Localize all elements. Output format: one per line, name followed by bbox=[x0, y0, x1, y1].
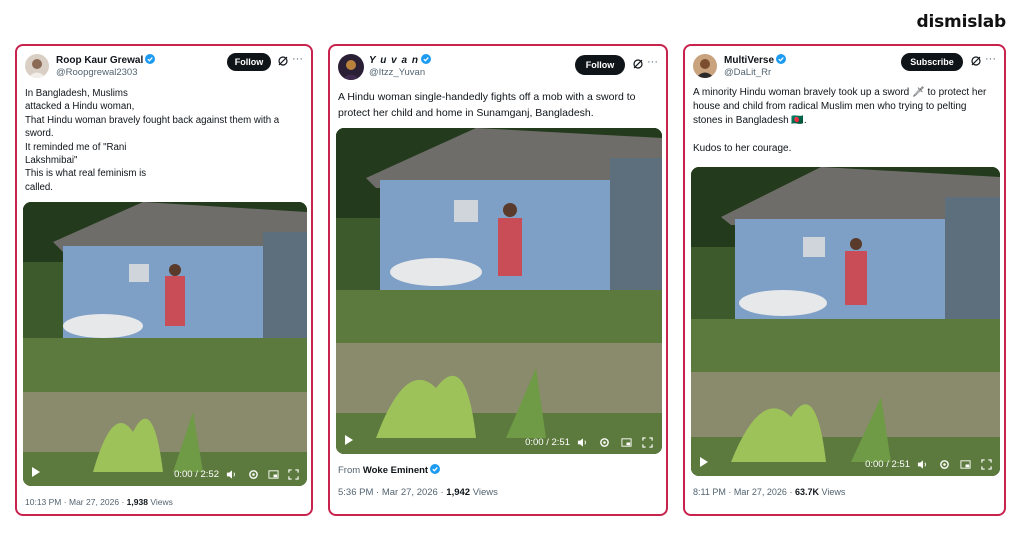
from-label: From bbox=[338, 465, 361, 476]
video-player[interactable]: 0:00 / 2:51 bbox=[691, 167, 1000, 476]
video-time: 0:00 / 2:51 bbox=[865, 459, 910, 470]
display-name-text[interactable]: MultiVerse bbox=[724, 55, 774, 66]
fullscreen-icon[interactable] bbox=[981, 459, 992, 470]
grok-icon[interactable] bbox=[277, 55, 289, 67]
video-controls: 0:00 / 2:51 bbox=[336, 430, 662, 454]
fullscreen-icon[interactable] bbox=[288, 469, 299, 480]
display-name[interactable]: MultiVerse bbox=[724, 54, 787, 66]
video-player[interactable]: 0:00 / 2:51 bbox=[336, 128, 662, 454]
user-handle[interactable]: @Roopgrewal2303 bbox=[56, 67, 137, 78]
volume-icon[interactable] bbox=[577, 437, 588, 448]
play-icon[interactable] bbox=[700, 457, 708, 467]
video-player[interactable]: 0:00 / 2:52 bbox=[23, 202, 307, 486]
tweet-time[interactable]: 10:13 PM bbox=[25, 497, 61, 507]
video-frame bbox=[336, 128, 662, 454]
tweet-meta: 8:11 PM · Mar 27, 2026 · 63.7K Views bbox=[693, 487, 845, 497]
view-count: 1,942 bbox=[446, 487, 471, 498]
tweet-text-body: In Bangladesh, Muslims attacked a Hindu … bbox=[25, 88, 280, 193]
view-count: 63.7K bbox=[794, 487, 819, 497]
verified-badge-icon bbox=[430, 464, 441, 474]
more-icon[interactable]: ··· bbox=[647, 56, 658, 68]
picture-in-picture-icon[interactable] bbox=[268, 469, 279, 480]
tweet-text-body: A Hindu woman single-handedly fights off… bbox=[338, 91, 636, 119]
video-frame bbox=[23, 202, 307, 486]
user-handle[interactable]: @DaLit_Rr bbox=[724, 67, 771, 78]
follow-button[interactable]: Follow bbox=[227, 53, 271, 71]
views-label: Views bbox=[472, 487, 498, 498]
tweet-text: A minority Hindu woman bravely took up a… bbox=[693, 86, 998, 156]
video-controls: 0:00 / 2:51 bbox=[691, 452, 1000, 476]
separator: · bbox=[789, 487, 793, 497]
tweet-text: In Bangladesh, Muslims attacked a Hindu … bbox=[25, 87, 301, 194]
tweet-date[interactable]: Mar 27, 2026 bbox=[69, 497, 119, 507]
picture-in-picture-icon[interactable] bbox=[960, 459, 971, 470]
tweet-header: Y u v a n @Itzz_Yuvan Follow ··· bbox=[338, 52, 658, 82]
dismislab-logo: dismislab bbox=[916, 12, 1007, 32]
volume-icon[interactable] bbox=[917, 459, 928, 470]
separator: · bbox=[376, 487, 380, 498]
settings-icon[interactable] bbox=[599, 437, 610, 448]
follow-button[interactable]: Follow bbox=[575, 55, 625, 75]
display-name[interactable]: Roop Kaur Grewal bbox=[56, 54, 156, 66]
volume-icon[interactable] bbox=[226, 469, 237, 480]
fullscreen-icon[interactable] bbox=[642, 437, 653, 448]
views-label: Views bbox=[821, 487, 846, 497]
tweet-time[interactable]: 8:11 PM bbox=[693, 487, 726, 497]
tweet-card-1: Roop Kaur Grewal @Roopgrewal2303 Follow … bbox=[15, 44, 313, 516]
play-icon[interactable] bbox=[345, 435, 353, 445]
display-name-text[interactable]: Roop Kaur Grewal bbox=[56, 55, 143, 66]
separator: · bbox=[121, 497, 125, 507]
video-time: 0:00 / 2:52 bbox=[174, 469, 219, 480]
tweet-header: Roop Kaur Grewal @Roopgrewal2303 Follow … bbox=[25, 52, 303, 82]
play-icon[interactable] bbox=[32, 467, 40, 477]
tweet-card-3: MultiVerse @DaLit_Rr Subscribe ··· A min… bbox=[683, 44, 1006, 516]
tweet-header: MultiVerse @DaLit_Rr Subscribe ··· bbox=[693, 52, 996, 82]
video-source: From Woke Eminent bbox=[338, 464, 441, 476]
verified-badge-icon bbox=[420, 54, 431, 64]
display-name-text[interactable]: Y u v a n bbox=[369, 55, 419, 66]
settings-icon[interactable] bbox=[248, 469, 259, 480]
source-account[interactable]: Woke Eminent bbox=[363, 465, 428, 476]
grok-icon[interactable] bbox=[970, 55, 982, 67]
tweet-time[interactable]: 5:36 PM bbox=[338, 487, 373, 498]
tweet-text: A Hindu woman single-handedly fights off… bbox=[338, 90, 664, 121]
views-label: Views bbox=[150, 497, 173, 507]
verified-badge-icon bbox=[776, 54, 787, 64]
tweet-date[interactable]: Mar 27, 2026 bbox=[734, 487, 787, 497]
settings-icon[interactable] bbox=[939, 459, 950, 470]
tweet-text-body: A minority Hindu woman bravely took up a… bbox=[693, 87, 987, 154]
avatar[interactable] bbox=[338, 54, 364, 80]
tweet-meta: 10:13 PM · Mar 27, 2026 · 1,938 Views bbox=[25, 497, 173, 507]
user-handle[interactable]: @Itzz_Yuvan bbox=[369, 67, 425, 78]
more-icon[interactable]: ··· bbox=[292, 53, 303, 65]
separator: · bbox=[728, 487, 732, 497]
video-frame bbox=[691, 167, 1000, 476]
more-icon[interactable]: ··· bbox=[985, 53, 996, 65]
verified-badge-icon bbox=[145, 54, 156, 64]
view-count: 1,938 bbox=[126, 497, 148, 507]
separator: · bbox=[63, 497, 67, 507]
video-controls: 0:00 / 2:52 bbox=[23, 462, 307, 486]
tweet-card-2: Y u v a n @Itzz_Yuvan Follow ··· A Hindu… bbox=[328, 44, 668, 516]
separator: · bbox=[440, 487, 444, 498]
grok-icon[interactable] bbox=[632, 58, 644, 70]
picture-in-picture-icon[interactable] bbox=[621, 437, 632, 448]
tweet-date[interactable]: Mar 27, 2026 bbox=[382, 487, 438, 498]
tweet-meta: 5:36 PM · Mar 27, 2026 · 1,942 Views bbox=[338, 487, 498, 498]
subscribe-button[interactable]: Subscribe bbox=[901, 53, 963, 71]
avatar[interactable] bbox=[693, 54, 717, 78]
avatar[interactable] bbox=[25, 54, 49, 78]
display-name[interactable]: Y u v a n bbox=[369, 54, 431, 66]
video-time: 0:00 / 2:51 bbox=[525, 437, 570, 448]
